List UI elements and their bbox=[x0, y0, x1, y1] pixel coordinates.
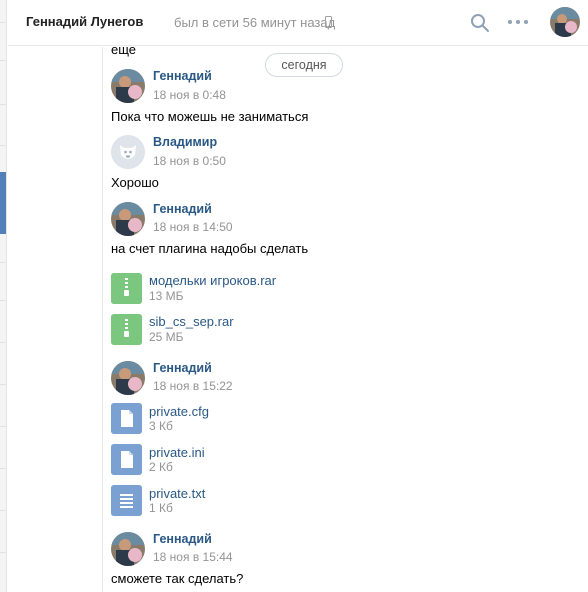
message-time[interactable]: 18 ноя в 14:50 bbox=[153, 220, 233, 234]
message-time[interactable]: 18 ноя в 0:50 bbox=[153, 154, 226, 168]
file-name[interactable]: private.ini bbox=[149, 445, 205, 460]
chat-header: Геннадий Лунегов был в сети 56 минут наз… bbox=[8, 0, 588, 46]
document-icon[interactable] bbox=[111, 444, 142, 475]
message-author[interactable]: Геннадий bbox=[153, 202, 212, 216]
more-icon[interactable] bbox=[508, 20, 530, 26]
messenger-window: Геннадий Лунегов был в сети 56 минут наз… bbox=[0, 0, 588, 592]
message-time[interactable]: 18 ноя в 15:22 bbox=[153, 379, 233, 393]
file-name[interactable]: модельки игроков.rar bbox=[149, 273, 276, 288]
file-name[interactable]: sib_cs_sep.rar bbox=[149, 314, 234, 329]
text-document-icon[interactable] bbox=[111, 485, 142, 516]
dog-avatar-icon[interactable] bbox=[111, 135, 145, 169]
file-size: 2 Кб bbox=[149, 460, 173, 474]
message-author[interactable]: Геннадий bbox=[153, 69, 212, 83]
date-divider: сегодня bbox=[265, 53, 343, 77]
search-icon[interactable] bbox=[470, 13, 490, 33]
message-author[interactable]: Геннадий bbox=[153, 361, 212, 375]
online-status: был в сети 56 минут назад bbox=[174, 15, 336, 30]
message-author[interactable]: Владимир bbox=[153, 135, 217, 149]
phone-icon bbox=[325, 16, 332, 28]
avatar[interactable] bbox=[111, 202, 145, 236]
avatar[interactable] bbox=[550, 7, 580, 37]
message-text: еще bbox=[111, 47, 137, 57]
file-name[interactable]: private.txt bbox=[149, 486, 205, 501]
message-text: Хорошо bbox=[111, 175, 159, 190]
archive-icon[interactable] bbox=[111, 273, 142, 304]
avatar[interactable] bbox=[111, 69, 145, 103]
message-time[interactable]: 18 ноя в 15:44 bbox=[153, 550, 233, 564]
file-size: 3 Кб bbox=[149, 419, 173, 433]
archive-icon[interactable] bbox=[111, 314, 142, 345]
avatar[interactable] bbox=[111, 361, 145, 395]
message-text: Пока что можешь не заниматься bbox=[111, 109, 309, 124]
message-author[interactable]: Геннадий bbox=[153, 532, 212, 546]
document-icon[interactable] bbox=[111, 403, 142, 434]
message-text: на счет плагина надобы сделать bbox=[111, 241, 309, 256]
contact-name[interactable]: Геннадий Лунегов bbox=[26, 14, 143, 29]
active-dialog-marker bbox=[0, 172, 6, 234]
file-size: 25 МБ bbox=[149, 330, 184, 344]
message-history: еще сегодня Геннадий 18 ноя в 0:48 Пока … bbox=[102, 47, 588, 592]
file-size: 1 Кб bbox=[149, 501, 173, 515]
message-time[interactable]: 18 ноя в 0:48 bbox=[153, 88, 226, 102]
file-name[interactable]: private.cfg bbox=[149, 404, 209, 419]
file-size: 13 МБ bbox=[149, 289, 184, 303]
avatar[interactable] bbox=[111, 532, 145, 566]
message-text: сможете так сделать? bbox=[111, 571, 244, 586]
left-nav-strip bbox=[0, 0, 7, 592]
